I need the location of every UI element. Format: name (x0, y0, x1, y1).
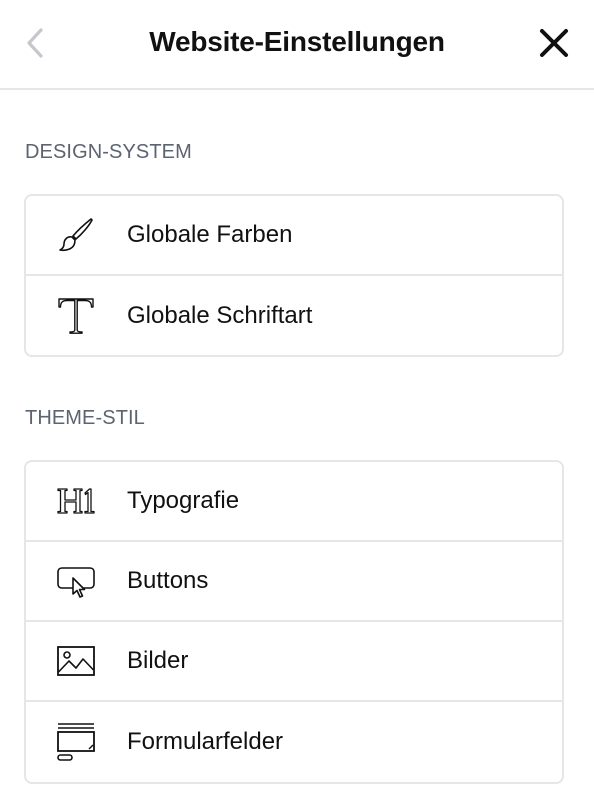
menu-item-label: Formularfelder (127, 728, 284, 755)
menu-item-global-colors[interactable]: Globale Farben (26, 196, 562, 276)
menu-item-images[interactable]: Bilder (26, 622, 562, 702)
section-label-design-system: DESIGN-SYSTEM (25, 141, 192, 163)
image-icon (56, 641, 96, 681)
page-title: Website-Einstellungen (149, 26, 445, 57)
form-field-icon (56, 722, 96, 762)
paintbrush-icon (56, 215, 96, 255)
design-system-card: Globale Farben Globale Schriftart (24, 194, 564, 357)
menu-item-label: Buttons (127, 567, 209, 594)
button-cursor-icon (56, 561, 96, 601)
settings-header: Website-Einstellungen (0, 0, 594, 90)
menu-item-label: Typografie (127, 487, 240, 514)
section-label-theme-style: THEME-STIL (25, 407, 145, 429)
close-button[interactable] (534, 22, 574, 64)
serif-t-icon (56, 296, 96, 336)
h1-icon (56, 481, 96, 521)
menu-item-label: Globale Farben (127, 221, 293, 248)
menu-item-global-font[interactable]: Globale Schriftart (26, 276, 562, 355)
menu-item-buttons[interactable]: Buttons (26, 542, 562, 622)
close-icon (540, 29, 568, 57)
menu-item-label: Globale Schriftart (127, 302, 313, 329)
menu-item-typography[interactable]: Typografie (26, 462, 562, 542)
menu-item-form-fields[interactable]: Formularfelder (26, 702, 562, 782)
theme-style-card: Typografie Buttons Bilder Formularfelder (24, 460, 564, 784)
menu-item-label: Bilder (127, 647, 189, 674)
